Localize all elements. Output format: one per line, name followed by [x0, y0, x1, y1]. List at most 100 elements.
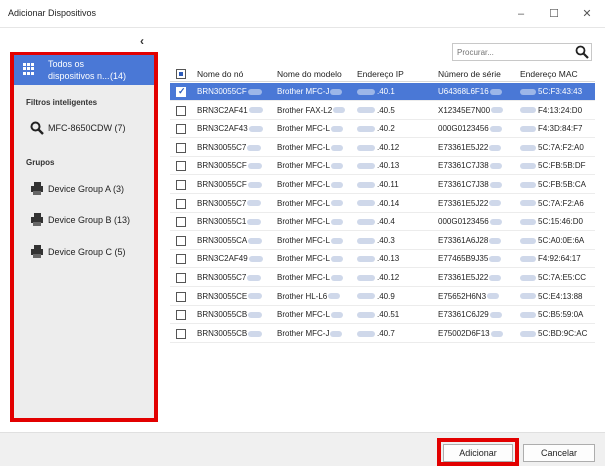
all-devices-label-line2: dispositivos n... — [48, 71, 110, 81]
row-checkbox[interactable] — [176, 105, 186, 116]
column-header-ip[interactable]: Endereço IP — [357, 69, 404, 79]
row-checkbox[interactable] — [176, 161, 186, 172]
redacted-mask — [330, 237, 343, 244]
cell-text: Brother FAX-L2 — [277, 105, 333, 115]
search-icon[interactable] — [575, 45, 589, 59]
table-row[interactable]: BRN30055C7 Brother MFC-L .40.12 E73361E5J22… — [170, 139, 595, 157]
column-header-mac[interactable]: Endereço MAC — [520, 69, 578, 79]
redacted-mask — [247, 274, 262, 281]
table-row[interactable]: ✓ BRN30055CF Brother MFC-J .40.1 U64368L6F16… — [170, 83, 595, 101]
column-header-model[interactable]: Nome do modelo — [277, 69, 342, 79]
table-row[interactable]: BRN30055C1 Brother MFC-L .40.4 000G0123456 5… — [170, 213, 595, 232]
cell-text: .40.14 — [377, 198, 400, 208]
redacted-mask — [489, 237, 502, 244]
sidebar-item-smart-filter[interactable]: MFC-8650CDW (7) — [30, 121, 150, 137]
table-row[interactable]: BRN30055C7 Brother MFC-L .40.12 E73361E5J22… — [170, 269, 595, 287]
cell-name: BRN30055CE — [197, 292, 273, 301]
row-checkbox[interactable] — [176, 310, 186, 321]
cell-text: E73361C6J29 — [438, 310, 489, 320]
redacted-mask — [489, 163, 502, 170]
sidebar-item-all-devices[interactable]: Todos os dispositivos n... (14) — [14, 55, 154, 85]
sidebar-item-group-c[interactable]: Device Group C (5) — [30, 245, 150, 261]
cell-text: BRN30055CB — [197, 328, 248, 338]
redacted-mask — [357, 293, 375, 300]
cell-name: BRN30055CA — [197, 236, 273, 245]
cancel-button[interactable]: Cancelar — [523, 444, 595, 462]
sidebar — [10, 52, 158, 422]
cell-mac: 5C:BD:9C:AC — [520, 329, 595, 338]
cell-text: .40.3 — [377, 235, 395, 245]
cell-text: Brother MFC-J — [277, 87, 330, 96]
cell-mac: 5C:7A:E5:CC — [520, 273, 595, 282]
table-row[interactable]: BRN30055CB Brother MFC-L .40.51 E73361C6J29… — [170, 306, 595, 325]
cell-mac: 5C:7A:F2:A0 — [520, 143, 595, 152]
cell-model: Brother MFC-J — [277, 329, 353, 338]
redacted-mask — [489, 144, 502, 151]
minimize-button[interactable]: – — [510, 4, 532, 24]
cell-mac: F4:3D:84:F7 — [520, 124, 595, 133]
table-row[interactable]: BRN30055CF Brother MFC-L .40.11 E73361C7J38… — [170, 176, 595, 194]
cell-model: Brother MFC-L — [277, 310, 353, 319]
row-checkbox[interactable] — [176, 124, 186, 135]
cell-text: 5C:7A:E5:CC — [538, 273, 587, 282]
collapse-sidebar-button[interactable]: ‹ — [140, 34, 144, 48]
table-row[interactable]: BRN30055CA Brother MFC-L .40.3 E73361A6J28 5… — [170, 232, 595, 250]
redacted-mask — [247, 200, 262, 207]
cell-model: Brother MFC-L — [277, 217, 353, 226]
printer-group-icon — [31, 213, 43, 226]
cell-name: BRN30055C7 — [197, 273, 273, 282]
row-checkbox[interactable] — [176, 291, 186, 302]
redacted-mask — [357, 219, 375, 226]
table-row[interactable]: BRN3C2AF41 Brother FAX-L2 .40.5 X12345E7N00… — [170, 102, 595, 120]
redacted-mask — [520, 219, 536, 226]
redacted-mask — [330, 200, 343, 207]
cell-text: E73361C7J38 — [438, 180, 489, 189]
cell-text: .40.7 — [377, 328, 395, 338]
row-checkbox[interactable]: ✓ — [176, 86, 186, 97]
table-row[interactable]: BRN3C2AF43 Brother MFC-L .40.2 000G0123456 F… — [170, 120, 595, 139]
cell-text: 5C:7A:F2:A6 — [538, 198, 584, 208]
table-row[interactable]: BRN30055CF Brother MFC-L .40.13 E73361C7J38… — [170, 157, 595, 176]
search-box[interactable] — [452, 43, 592, 61]
table-row[interactable]: BRN30055CB Brother MFC-J .40.7 E75002D6F13 5… — [170, 325, 595, 343]
column-header-node-name[interactable]: Nome do nó — [197, 69, 243, 79]
redacted-mask — [357, 237, 375, 244]
row-checkbox[interactable] — [176, 254, 186, 265]
row-checkbox[interactable] — [176, 198, 186, 209]
row-checkbox[interactable] — [176, 217, 186, 228]
redacted-mask — [357, 256, 375, 263]
row-checkbox[interactable] — [176, 273, 186, 283]
table-row[interactable]: BRN30055C7 Brother MFC-L .40.14 E73361E5J22… — [170, 195, 595, 213]
cell-text: BRN30055C7 — [197, 273, 247, 282]
table-row[interactable]: BRN3C2AF49 Brother MFC-L .40.13 E77465B9J35… — [170, 250, 595, 269]
select-all-checkbox[interactable] — [176, 69, 186, 79]
column-header-serial[interactable]: Número de série — [438, 69, 501, 79]
redacted-mask — [357, 107, 375, 114]
cell-serial: U64368L6F16 — [438, 87, 518, 96]
redacted-mask — [248, 256, 263, 263]
cell-name: BRN30055CF — [197, 180, 273, 189]
sidebar-item-group-b[interactable]: Device Group B (13) — [30, 213, 150, 229]
cell-serial: E73361C6J29 — [438, 310, 518, 319]
cell-name: BRN30055CB — [197, 329, 273, 338]
redacted-mask — [490, 330, 503, 337]
search-input[interactable] — [457, 46, 557, 58]
table-row[interactable]: BRN30055CE Brother HL-L6 .40.9 E75652H6N3 5C… — [170, 288, 595, 306]
cell-text: X12345E7N00 — [438, 105, 491, 115]
maximize-button[interactable]: ☐ — [543, 4, 565, 24]
cell-mac: 5C:A0:0E:6A — [520, 236, 595, 245]
cell-ip: .40.1 — [357, 87, 435, 96]
row-checkbox[interactable] — [176, 142, 186, 153]
cell-text: E73361E5J22 — [438, 142, 489, 152]
row-checkbox[interactable] — [176, 235, 186, 246]
row-checkbox[interactable] — [176, 328, 186, 339]
row-checkbox[interactable] — [176, 180, 186, 190]
close-button[interactable]: ✕ — [576, 4, 598, 24]
redacted-mask — [247, 88, 262, 95]
sidebar-item-group-a[interactable]: Device Group A (3) — [30, 182, 150, 198]
cell-serial: E75652H6N3 — [438, 292, 518, 301]
smart-filters-title: Filtros inteligentes — [26, 98, 98, 107]
redacted-mask — [330, 88, 343, 95]
add-button[interactable]: Adicionar — [443, 444, 513, 462]
cell-serial: E73361C7J38 — [438, 161, 518, 170]
